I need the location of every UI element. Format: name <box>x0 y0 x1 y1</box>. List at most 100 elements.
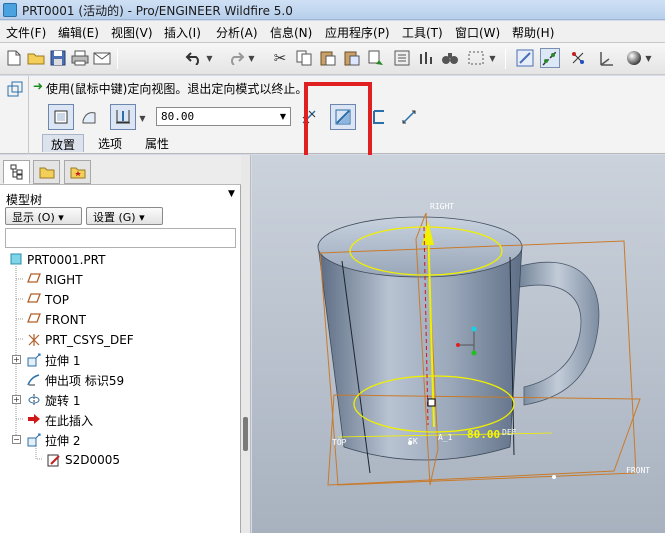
message-arrow-icon: ➜ <box>33 79 44 93</box>
tab-properties[interactable]: 属性 <box>137 134 177 152</box>
tree-item-label: 拉伸 2 <box>45 433 81 448</box>
graphics-window[interactable]: RIGHT TOP FRONT A_1 DEF SK 80.00 <box>252 155 665 533</box>
navigator-panel: 模型树 ▼ 显示 (O) ▾ 设置 (G) ▾ PRT0001.PRT RIGH… <box>0 155 241 533</box>
tree-item-top[interactable]: TOP <box>26 291 69 309</box>
flip-material-button[interactable] <box>396 104 422 130</box>
paste-icon[interactable] <box>318 48 338 68</box>
tree-item-part[interactable]: PRT0001.PRT <box>8 251 105 269</box>
tree-item-right[interactable]: RIGHT <box>26 271 83 289</box>
part-icon <box>8 253 24 267</box>
save-icon[interactable] <box>48 48 68 68</box>
surface-button[interactable] <box>76 104 102 130</box>
drag-handle <box>427 398 436 407</box>
menu-file[interactable]: 文件(F) <box>6 24 46 41</box>
mug-rim <box>317 216 523 278</box>
extrude-icon <box>26 353 42 367</box>
menu-insert[interactable]: 插入(I) <box>164 24 201 41</box>
copy-icon[interactable] <box>294 48 314 68</box>
csys-display-icon[interactable] <box>596 48 616 68</box>
tab-placement[interactable]: 放置 <box>42 134 85 152</box>
csys-icon <box>26 333 42 347</box>
tree-item-label: S2D0005 <box>65 453 121 467</box>
menu-window[interactable]: 窗口(W) <box>455 24 500 41</box>
email-icon[interactable] <box>92 48 112 68</box>
collapse-icon[interactable]: − <box>12 435 21 444</box>
tree-item-label: PRT_CSYS_DEF <box>45 333 134 347</box>
tree-item-label: RIGHT <box>45 273 83 287</box>
model-view[interactable] <box>252 155 665 533</box>
tree-item-label: 在此插入 <box>45 413 94 428</box>
sketch-icon <box>46 453 62 467</box>
csys-z-point <box>471 350 477 356</box>
tree-item-extrude-1[interactable]: 拉伸 1 <box>26 351 80 369</box>
menu-info[interactable]: 信息(N) <box>270 24 312 41</box>
cut-icon[interactable]: ✂ <box>270 48 290 68</box>
menu-tools[interactable]: 工具(T) <box>402 24 443 41</box>
menu-edit[interactable]: 编辑(E) <box>58 24 99 41</box>
expand-icon[interactable]: + <box>12 395 21 404</box>
tab-options[interactable]: 选项 <box>90 134 130 152</box>
menu-applications[interactable]: 应用程序(P) <box>325 24 390 41</box>
menu-bar: 文件(F) 编辑(E) 视图(V) 插入(I) 分析(A) 信息(N) 应用程序… <box>0 21 665 43</box>
label-right: RIGHT <box>430 202 455 211</box>
menu-analysis[interactable]: 分析(A) <box>216 24 258 41</box>
depth-value: 80.00 <box>161 110 195 123</box>
tree-item-sketch[interactable]: S2D0005 <box>46 451 120 469</box>
shading-dropdown-icon[interactable]: ▼ <box>644 48 653 68</box>
redo-icon[interactable] <box>226 48 246 68</box>
dimension-value[interactable]: 80.00 <box>467 428 500 441</box>
solid-button[interactable] <box>48 104 74 130</box>
regen-manager-icon[interactable] <box>392 48 412 68</box>
tree-item-extrude-2[interactable]: 拉伸 2 <box>26 431 80 449</box>
app-icon <box>3 3 17 17</box>
tree-item-insert-here[interactable]: 在此插入 <box>26 411 93 429</box>
csys-x-point <box>456 343 460 347</box>
datum-axis-display-icon[interactable] <box>540 48 560 68</box>
tree-item-label: FRONT <box>45 313 86 327</box>
datum-point-display-icon[interactable] <box>568 48 588 68</box>
expand-icon[interactable]: + <box>12 355 21 364</box>
select-dropdown-icon[interactable]: ▼ <box>488 48 497 68</box>
datum-marker <box>552 475 556 479</box>
tree-item-revolve-1[interactable]: 旋转 1 <box>26 391 80 409</box>
datum-plane-icon <box>26 313 42 327</box>
paste-special-icon[interactable] <box>342 48 362 68</box>
menu-view[interactable]: 视图(V) <box>111 24 153 41</box>
tree-item-label: TOP <box>45 293 70 307</box>
sketch-orient-icon[interactable] <box>6 80 24 98</box>
tree-item-label: 伸出项 标识59 <box>45 373 125 388</box>
tree-item-label: 拉伸 1 <box>45 353 81 368</box>
shading-icon[interactable] <box>624 48 644 68</box>
open-icon[interactable] <box>26 48 46 68</box>
redo-dropdown-icon[interactable]: ▼ <box>247 48 256 68</box>
depth-blind-button[interactable] <box>110 104 136 130</box>
tree-item-front[interactable]: FRONT <box>26 311 86 329</box>
toolbar-separator <box>117 49 118 69</box>
regen-options-icon[interactable] <box>416 48 436 68</box>
label-sketch: SK <box>408 437 418 446</box>
regenerate-icon[interactable] <box>366 48 386 68</box>
dashboard-divider <box>28 76 29 154</box>
undo-dropdown-icon[interactable]: ▼ <box>205 48 214 68</box>
depth-value-dropdown-icon[interactable]: ▼ <box>276 108 290 125</box>
tree-item-csys[interactable]: PRT_CSYS_DEF <box>26 331 134 349</box>
datum-plane-icon <box>26 273 42 287</box>
label-top: TOP <box>332 438 347 447</box>
tree-item-label: 旋转 1 <box>45 393 81 408</box>
toolbar-separator <box>505 49 506 69</box>
depth-value-input[interactable]: 80.00 ▼ <box>156 107 291 126</box>
sash-handle[interactable] <box>243 417 248 451</box>
label-def: DEF <box>502 428 517 437</box>
extrude-active-icon <box>26 433 42 447</box>
datum-plane-display-icon[interactable] <box>515 48 535 68</box>
menu-help[interactable]: 帮助(H) <box>512 24 554 41</box>
new-icon[interactable] <box>4 48 24 68</box>
select-box-icon[interactable] <box>466 48 486 68</box>
print-icon[interactable] <box>70 48 90 68</box>
label-front: FRONT <box>626 466 651 475</box>
sash-bar[interactable] <box>241 155 251 533</box>
find-icon[interactable] <box>440 48 460 68</box>
tree-item-protrusion[interactable]: 伸出项 标识59 <box>26 371 124 389</box>
undo-icon[interactable] <box>184 48 204 68</box>
depth-dropdown-icon[interactable]: ▼ <box>138 108 147 128</box>
